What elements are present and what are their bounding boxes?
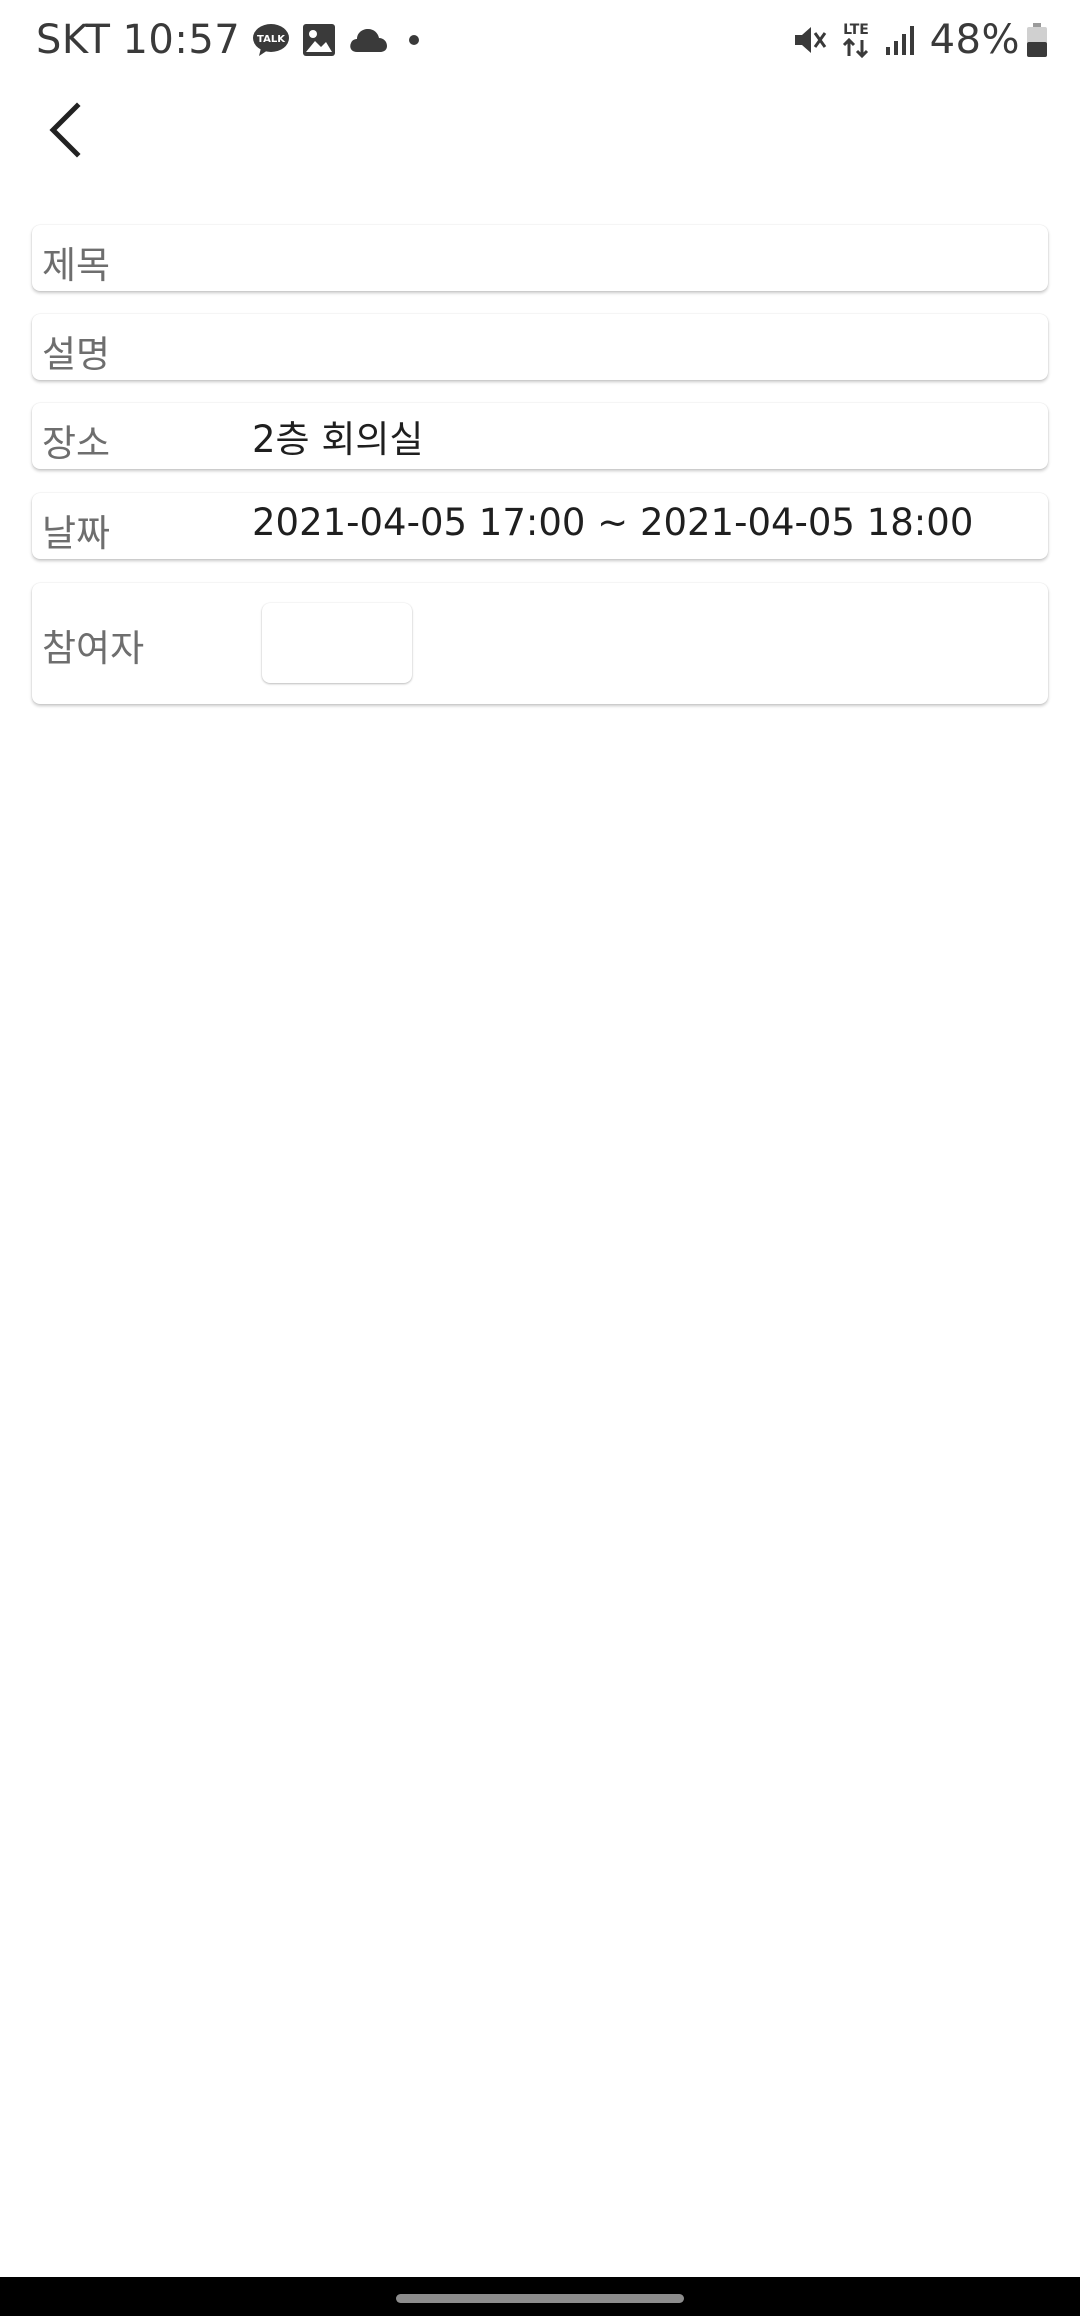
title-label: 제목 — [42, 244, 111, 287]
signal-icon — [884, 23, 918, 57]
kakaotalk-icon: TALK — [252, 22, 290, 58]
description-field[interactable]: 설명 — [32, 314, 1048, 380]
participants-label: 참여자 — [42, 627, 145, 670]
location-label: 장소 — [42, 422, 111, 465]
date-value: 2021-04-05 17:00 ~ 2021-04-05 18:00 — [252, 501, 974, 544]
clock-label: 10:57 — [122, 17, 241, 63]
image-icon — [302, 23, 336, 57]
chevron-left-icon — [49, 102, 81, 158]
network-type-label: LTE — [843, 22, 869, 38]
title-field[interactable]: 제목 — [32, 225, 1048, 291]
lte-icon: LTE — [838, 20, 874, 60]
carrier-label: SKT — [36, 17, 111, 63]
cloud-icon — [348, 26, 388, 54]
date-field[interactable]: 날짜 2021-04-05 17:00 ~ 2021-04-05 18:00 — [32, 493, 1048, 559]
add-participant-button[interactable] — [262, 603, 412, 683]
location-value: 2층 회의실 — [252, 418, 424, 461]
status-right: LTE 48% — [782, 14, 1048, 66]
status-bar: SKT 10:57 TALK LTE 48% — [0, 0, 1080, 80]
dot-icon — [408, 34, 420, 46]
date-label: 날짜 — [42, 512, 111, 555]
mute-vibrate-icon — [792, 22, 828, 58]
home-indicator[interactable] — [396, 2294, 684, 2303]
svg-text:TALK: TALK — [257, 34, 286, 45]
location-field[interactable]: 장소 2층 회의실 — [32, 403, 1048, 469]
participants-field: 참여자 — [32, 583, 1048, 704]
battery-percent-label: 48% — [929, 17, 1020, 63]
status-left: SKT 10:57 TALK — [36, 14, 420, 66]
back-button[interactable] — [30, 95, 100, 165]
description-label: 설명 — [42, 333, 111, 376]
battery-icon — [1026, 22, 1048, 58]
navigation-bar — [0, 2277, 1080, 2316]
